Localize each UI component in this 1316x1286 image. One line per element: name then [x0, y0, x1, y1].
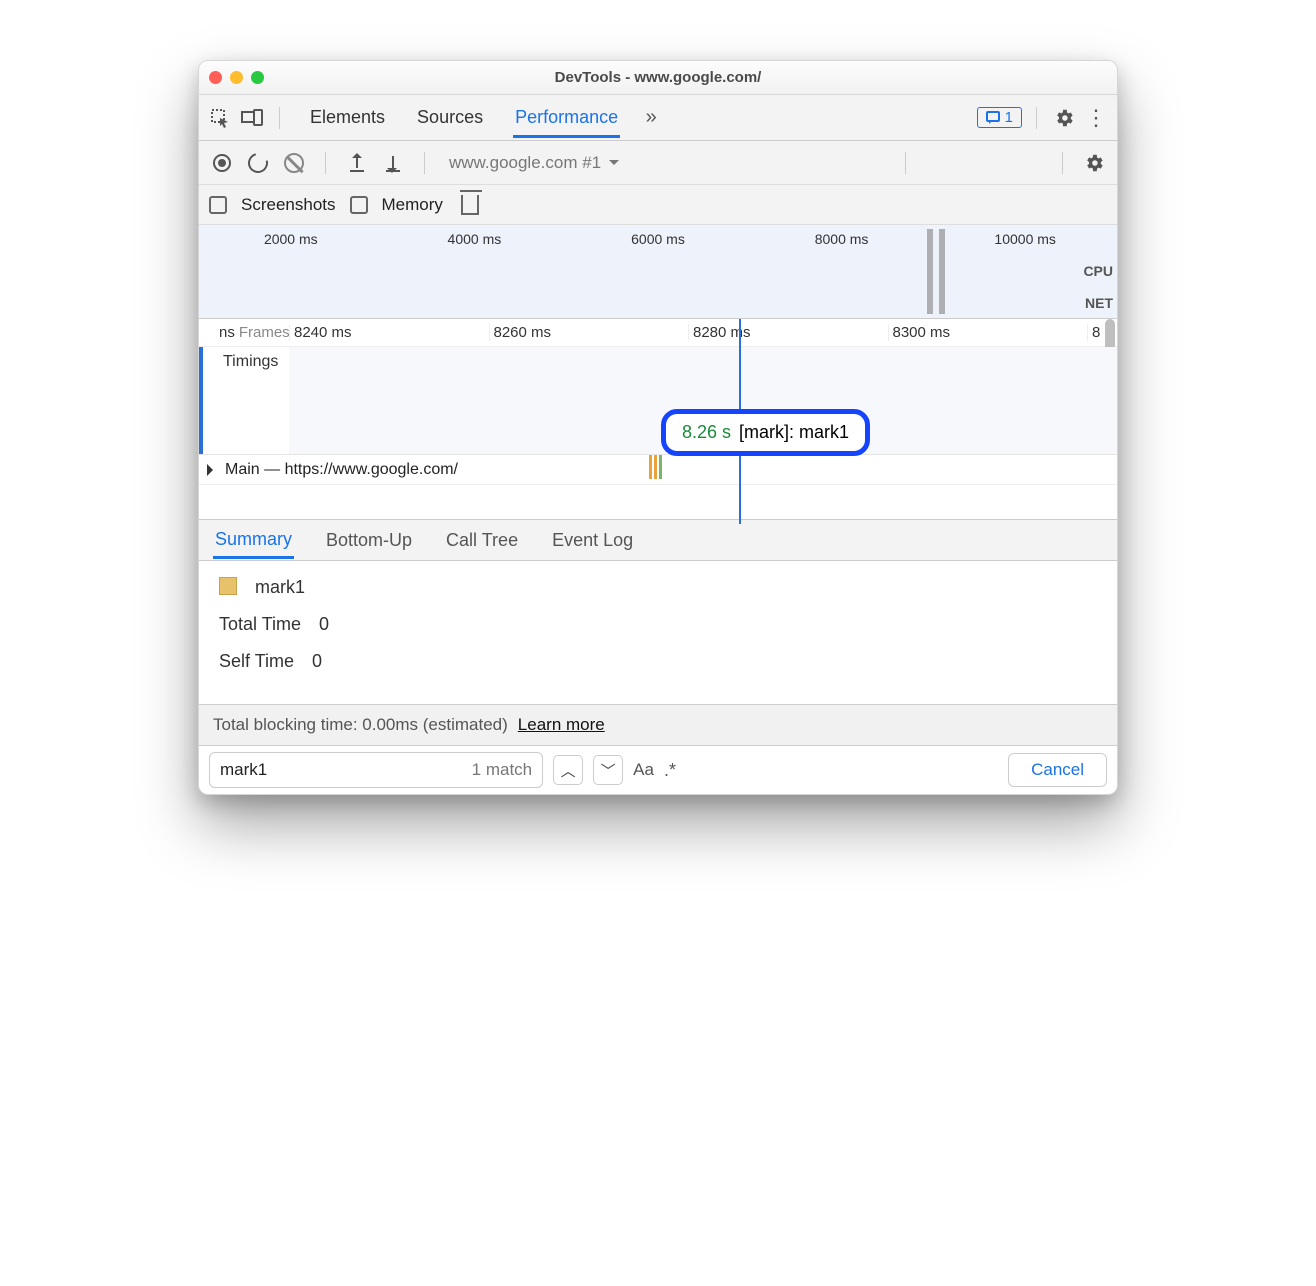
mark-text: [mark]: mark1	[739, 422, 849, 443]
tab-sources[interactable]: Sources	[415, 97, 485, 138]
summary-panel: mark1 Total Time 0 Self Time 0	[199, 561, 1117, 704]
tick: 8000 ms	[750, 231, 934, 247]
devtools-window: DevTools - www.google.com/ Elements Sour…	[198, 60, 1118, 795]
total-time-row: Total Time 0	[219, 614, 1097, 635]
tick: 8240 ms	[289, 324, 489, 341]
event-name: mark1	[255, 577, 305, 598]
tab-elements[interactable]: Elements	[308, 97, 387, 138]
overview-selection-handle[interactable]	[939, 229, 945, 314]
search-query: mark1	[220, 760, 472, 780]
chat-icon	[986, 111, 1000, 125]
download-button[interactable]	[380, 150, 406, 176]
caret-down-icon	[609, 160, 619, 170]
mark-time: 8.26 s	[682, 422, 731, 443]
separator	[279, 107, 280, 129]
timings-track[interactable]: Timings	[199, 347, 1117, 455]
search-input-box[interactable]: mark1 1 match	[209, 752, 543, 788]
clear-button[interactable]	[281, 150, 307, 176]
window-title: DevTools - www.google.com/	[199, 69, 1117, 86]
inspect-icon[interactable]	[207, 105, 233, 131]
memory-label: Memory	[382, 195, 443, 215]
separator	[1036, 107, 1037, 129]
upload-button[interactable]	[344, 150, 370, 176]
recording-name: www.google.com #1	[449, 153, 601, 173]
reload-button[interactable]	[245, 150, 271, 176]
mark-tooltip: 8.26 s [mark]: mark1	[661, 409, 870, 456]
overview-selection-handle[interactable]	[927, 229, 933, 314]
memory-checkbox[interactable]	[350, 196, 368, 214]
total-time-value: 0	[319, 614, 329, 635]
tick: 8260 ms	[489, 324, 689, 341]
settings-icon[interactable]	[1051, 105, 1077, 131]
record-button[interactable]	[209, 150, 235, 176]
screenshots-label: Screenshots	[241, 195, 336, 215]
trash-icon[interactable]	[457, 192, 483, 218]
tab-bottom-up[interactable]: Bottom-Up	[324, 522, 414, 559]
separator	[905, 152, 906, 174]
summary-name-row: mark1	[219, 577, 1097, 598]
learn-more-link[interactable]: Learn more	[518, 715, 605, 735]
overview-ticks: 2000 ms 4000 ms 6000 ms 8000 ms 10000 ms	[199, 231, 1117, 247]
device-icon[interactable]	[239, 105, 265, 131]
overview-timeline[interactable]: 2000 ms 4000 ms 6000 ms 8000 ms 10000 ms…	[199, 225, 1117, 319]
search-bar: mark1 1 match ︿ ﹀ Aa .* Cancel	[199, 746, 1117, 794]
prev-match-button[interactable]: ︿	[553, 755, 583, 785]
detail-tabs: Summary Bottom-Up Call Tree Event Log	[199, 519, 1117, 561]
separator	[1062, 152, 1063, 174]
panel-tabs: Elements Sources Performance » 1 ⋮	[199, 95, 1117, 141]
tab-summary[interactable]: Summary	[213, 521, 294, 559]
kebab-icon[interactable]: ⋮	[1083, 105, 1109, 131]
separator	[325, 152, 326, 174]
blocking-text: Total blocking time: 0.00ms (estimated)	[213, 715, 508, 735]
tab-call-tree[interactable]: Call Tree	[444, 522, 520, 559]
tab-event-log[interactable]: Event Log	[550, 522, 635, 559]
frames-label: Frames	[239, 324, 290, 341]
event-color-swatch	[219, 577, 237, 595]
options-toolbar: Screenshots Memory	[199, 185, 1117, 225]
self-time-row: Self Time 0	[219, 651, 1097, 672]
more-tabs-icon[interactable]: »	[638, 105, 664, 131]
titlebar: DevTools - www.google.com/	[199, 61, 1117, 95]
main-label: Main — https://www.google.com/	[225, 461, 458, 479]
flame-chart[interactable]: ns Frames 8240 ms 8260 ms 8280 ms 8300 m…	[199, 319, 1117, 519]
tick: 4000 ms	[383, 231, 567, 247]
cpu-label: CPU	[1083, 263, 1113, 279]
separator	[424, 152, 425, 174]
tick: 2000 ms	[199, 231, 383, 247]
tick: 8300 ms	[888, 324, 1088, 341]
tab-performance[interactable]: Performance	[513, 97, 620, 138]
regex-toggle[interactable]: .*	[664, 760, 676, 781]
self-time-label: Self Time	[219, 651, 294, 672]
total-time-label: Total Time	[219, 614, 301, 635]
issues-badge[interactable]: 1	[977, 107, 1022, 128]
self-time-value: 0	[312, 651, 322, 672]
tick: 8280 ms	[688, 324, 888, 341]
tick: 10000 ms	[933, 231, 1117, 247]
issues-count: 1	[1005, 109, 1013, 126]
capture-settings-icon[interactable]	[1081, 150, 1107, 176]
expand-icon[interactable]	[207, 464, 219, 476]
net-label: NET	[1085, 295, 1113, 311]
ms-stub: ns	[219, 324, 235, 341]
flame-ruler: ns Frames 8240 ms 8260 ms 8280 ms 8300 m…	[199, 319, 1117, 347]
screenshots-checkbox[interactable]	[209, 196, 227, 214]
cancel-button[interactable]: Cancel	[1008, 753, 1107, 787]
search-match-count: 1 match	[472, 760, 532, 780]
blocking-time-bar: Total blocking time: 0.00ms (estimated) …	[199, 704, 1117, 746]
timings-label: Timings	[199, 347, 289, 454]
tick: 6000 ms	[566, 231, 750, 247]
next-match-button[interactable]: ﹀	[593, 755, 623, 785]
recording-select[interactable]: www.google.com #1	[443, 153, 887, 173]
perf-toolbar: www.google.com #1	[199, 141, 1117, 185]
match-case-toggle[interactable]: Aa	[633, 760, 654, 780]
main-activity-bars	[649, 455, 662, 479]
